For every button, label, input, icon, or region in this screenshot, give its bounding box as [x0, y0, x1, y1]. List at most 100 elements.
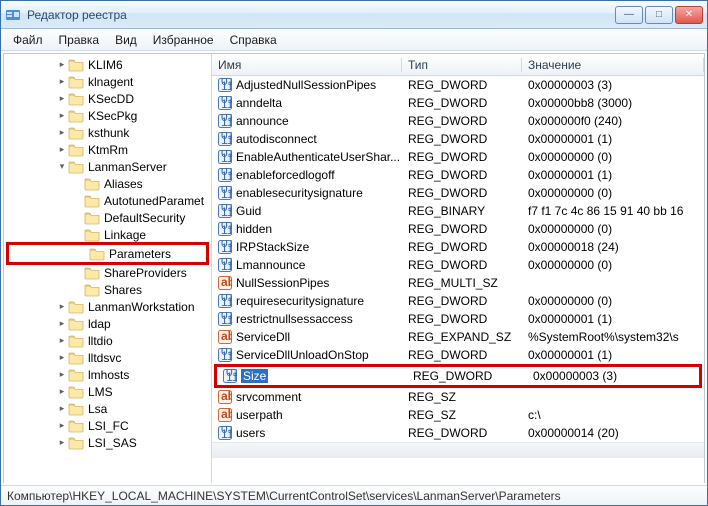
value-data: 0x000000f0 (240)	[522, 114, 704, 128]
value-data: 0x00000001 (1)	[522, 312, 704, 326]
value-name: autodisconnect	[236, 132, 317, 146]
tree-item-label: ShareProviders	[104, 266, 187, 280]
chevron-right-icon[interactable]: ▸	[56, 127, 68, 139]
value-row[interactable]: srvcommentREG_SZ	[212, 388, 704, 406]
tree-pane[interactable]: ▸KLIM6▸klnagent▸KSecDD▸KSecPkg▸ksthunk▸K…	[4, 54, 212, 483]
value-row[interactable]: announceREG_DWORD0x000000f0 (240)	[212, 112, 704, 130]
chevron-right-icon[interactable]: ▸	[56, 437, 68, 449]
chevron-right-icon[interactable]: ▸	[56, 144, 68, 156]
value-row[interactable]: autodisconnectREG_DWORD0x00000001 (1)	[212, 130, 704, 148]
tree-item-label: KSecDD	[88, 92, 134, 106]
col-name[interactable]: Имя	[212, 58, 402, 72]
menu-view[interactable]: Вид	[107, 31, 145, 49]
chevron-right-icon[interactable]: ▸	[56, 420, 68, 432]
chevron-down-icon[interactable]: ▾	[56, 161, 68, 173]
value-row[interactable]: usersREG_DWORD0x00000014 (20)	[212, 424, 704, 442]
value-type: REG_DWORD	[402, 78, 522, 92]
close-button[interactable]: ✕	[675, 6, 703, 24]
chevron-right-icon[interactable]: ▸	[56, 76, 68, 88]
chevron-right-icon[interactable]: ▸	[56, 335, 68, 347]
dword-value-icon	[218, 114, 232, 128]
tree-item[interactable]: ▸LanmanWorkstation	[4, 298, 211, 315]
tree-item[interactable]: Parameters	[9, 245, 206, 262]
dword-value-icon	[218, 150, 232, 164]
value-row[interactable]: restrictnullsessaccessREG_DWORD0x0000000…	[212, 310, 704, 328]
value-type: REG_DWORD	[402, 258, 522, 272]
tree-item[interactable]: ▸lltdio	[4, 332, 211, 349]
tree-item[interactable]: ▸ksthunk	[4, 124, 211, 141]
tree-item[interactable]: ▸lmhosts	[4, 366, 211, 383]
value-type: REG_DWORD	[402, 426, 522, 440]
chevron-right-icon[interactable]: ▸	[56, 110, 68, 122]
menu-help[interactable]: Справка	[222, 31, 285, 49]
dword-value-icon	[223, 369, 237, 383]
value-data: 0x00000000 (0)	[522, 258, 704, 272]
value-row[interactable]: userpathREG_SZc:\	[212, 406, 704, 424]
string-value-icon	[218, 408, 232, 422]
tree-item[interactable]: ▸Lsa	[4, 400, 211, 417]
tree-item[interactable]: ▸KLIM6	[4, 56, 211, 73]
folder-icon	[68, 126, 84, 140]
chevron-right-icon[interactable]: ▸	[56, 403, 68, 415]
chevron-right-icon[interactable]: ▸	[56, 386, 68, 398]
tree-item[interactable]: Linkage	[4, 226, 211, 243]
dword-value-icon	[218, 222, 232, 236]
tree-item[interactable]: ▸ KSecDD	[4, 90, 211, 107]
menu-edit[interactable]: Правка	[51, 31, 108, 49]
horizontal-scrollbar[interactable]	[212, 442, 704, 458]
tree-item[interactable]: ▸klnagent	[4, 73, 211, 90]
chevron-right-icon[interactable]: ▸	[56, 369, 68, 381]
tree-item[interactable]: ▸LSI_SAS	[4, 434, 211, 451]
tree-item[interactable]: Aliases	[4, 175, 211, 192]
tree-item[interactable]: ▾LanmanServer	[4, 158, 211, 175]
value-row[interactable]: LmannounceREG_DWORD0x00000000 (0)	[212, 256, 704, 274]
maximize-button[interactable]: □	[645, 6, 673, 24]
tree-item[interactable]: Shares	[4, 281, 211, 298]
value-type: REG_DWORD	[402, 186, 522, 200]
menu-file[interactable]: Файл	[5, 31, 51, 49]
tree-item[interactable]: ▸LMS	[4, 383, 211, 400]
value-row[interactable]: SizeREG_DWORD0x00000003 (3)	[217, 367, 699, 385]
tree-item[interactable]: AutotunedParamet	[4, 192, 211, 209]
folder-icon	[68, 109, 84, 123]
value-row[interactable]: NullSessionPipesREG_MULTI_SZ	[212, 274, 704, 292]
list-pane[interactable]: Имя Тип Значение AdjustedNullSessionPipe…	[212, 54, 704, 483]
chevron-right-icon[interactable]: ▸	[56, 301, 68, 313]
value-row[interactable]: ServiceDllUnloadOnStopREG_DWORD0x0000000…	[212, 346, 704, 364]
expander-none	[72, 212, 84, 224]
tree-item[interactable]: DefaultSecurity	[4, 209, 211, 226]
titlebar[interactable]: Редактор реестра ― □ ✕	[1, 1, 707, 29]
value-row[interactable]: IRPStackSizeREG_DWORD0x00000018 (24)	[212, 238, 704, 256]
dword-value-icon	[218, 294, 232, 308]
folder-icon	[68, 58, 84, 72]
value-row[interactable]: AdjustedNullSessionPipesREG_DWORD0x00000…	[212, 76, 704, 94]
value-row[interactable]: hiddenREG_DWORD0x00000000 (0)	[212, 220, 704, 238]
folder-icon	[68, 351, 84, 365]
value-data: %SystemRoot%\system32\s	[522, 330, 704, 344]
menu-favorites[interactable]: Избранное	[145, 31, 222, 49]
chevron-right-icon[interactable]: ▸	[56, 318, 68, 330]
value-row[interactable]: GuidREG_BINARYf7 f1 7c 4c 86 15 91 40 bb…	[212, 202, 704, 220]
tree-item[interactable]: ▸ldap	[4, 315, 211, 332]
value-row[interactable]: requiresecuritysignatureREG_DWORD0x00000…	[212, 292, 704, 310]
dword-value-icon	[218, 132, 232, 146]
chevron-right-icon[interactable]: ▸	[56, 93, 68, 105]
value-row[interactable]: anndeltaREG_DWORD0x00000bb8 (3000)	[212, 94, 704, 112]
value-row[interactable]: enableforcedlogoffREG_DWORD0x00000001 (1…	[212, 166, 704, 184]
tree-item[interactable]: ▸LSI_FC	[4, 417, 211, 434]
minimize-button[interactable]: ―	[615, 6, 643, 24]
expander-none	[72, 178, 84, 190]
statusbar: Компьютер\HKEY_LOCAL_MACHINE\SYSTEM\Curr…	[1, 485, 707, 505]
tree-item[interactable]: ▸ lltdsvc	[4, 349, 211, 366]
col-type[interactable]: Тип	[402, 58, 522, 72]
tree-item[interactable]: ▸KSecPkg	[4, 107, 211, 124]
chevron-right-icon[interactable]: ▸	[56, 352, 68, 364]
tree-item[interactable]: ShareProviders	[4, 264, 211, 281]
tree-item[interactable]: ▸KtmRm	[4, 141, 211, 158]
chevron-right-icon[interactable]: ▸	[56, 59, 68, 71]
value-row[interactable]: enablesecuritysignatureREG_DWORD0x000000…	[212, 184, 704, 202]
value-row[interactable]: ServiceDllREG_EXPAND_SZ%SystemRoot%\syst…	[212, 328, 704, 346]
value-row[interactable]: EnableAuthenticateUserShar...REG_DWORD0x…	[212, 148, 704, 166]
col-value[interactable]: Значение	[522, 58, 704, 72]
tree-item-label: lltdsvc	[88, 351, 121, 365]
